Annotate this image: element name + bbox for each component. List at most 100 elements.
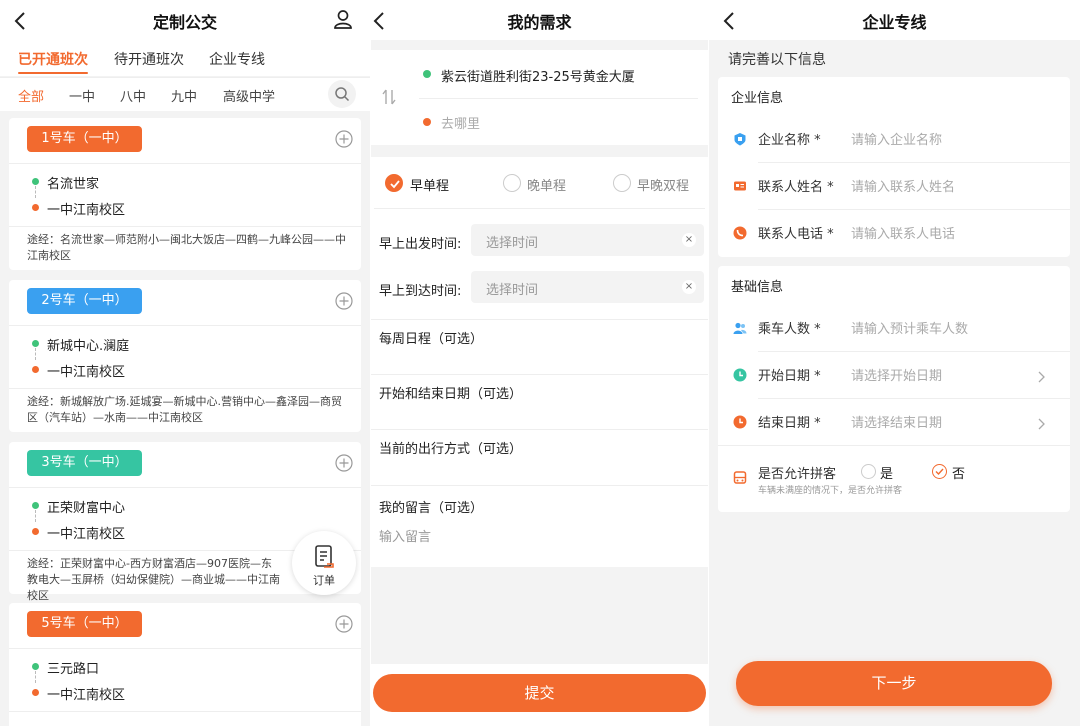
contact-phone-field[interactable]: 联系人电话 * 请输入联系人电话 [718, 209, 1070, 256]
order-list-icon [315, 545, 334, 568]
demand-form: 早单程 晚单程 早晚双程 早上出发时间: 选择时间 × 早上到达时间: 选择时间… [371, 157, 708, 567]
nav-bar: 企业专线 [709, 0, 1080, 40]
destination-dot [423, 118, 431, 126]
trip-morning-oneway-label[interactable]: 早单程 [410, 175, 449, 194]
carpool-field: 是否允许拼客 是 否 车辆未满座的情况下，是否允许拼客 [718, 448, 1070, 508]
tab-pending[interactable]: 待开通班次 [114, 49, 184, 69]
chevron-right-icon [1038, 368, 1045, 387]
order-label: 订单 [313, 574, 335, 587]
page-title: 企业专线 [862, 13, 927, 32]
add-circle-icon[interactable] [335, 292, 353, 310]
add-circle-icon[interactable] [335, 615, 353, 633]
end-dot [32, 689, 39, 696]
company-name-field[interactable]: 企业名称 * 请输入企业名称 [718, 115, 1070, 162]
trip-roundtrip-label[interactable]: 早晚双程 [637, 175, 689, 194]
route-via: 途经：名流世家—师范附小—闽北大饭店—四鹤—九峰公园——中江南校区 [27, 233, 346, 262]
section-title: 基础信息 [731, 280, 784, 295]
end-stop: 一中江南校区 [47, 527, 126, 542]
start-date-field[interactable]: 开始日期 * 请选择开始日期 [718, 351, 1070, 398]
origin-dot [423, 70, 431, 78]
section-title: 企业信息 [731, 91, 784, 106]
tab-bar: 已开通班次 待开通班次 企业专线 [0, 40, 370, 76]
add-circle-icon[interactable] [335, 454, 353, 472]
destination-input[interactable]: 去哪里 [441, 113, 480, 132]
bus-card[interactable]: 2号车（一中） 新城中心.澜庭 一中江南校区 途经：新城解放广场.延城宴—新城中… [9, 280, 361, 432]
arrive-time-field[interactable]: 选择时间 × [471, 271, 704, 303]
phone-icon [733, 225, 747, 240]
clock-end-icon [733, 414, 747, 429]
bus-card[interactable]: 5号车（一中） 三元路口 一中江南校区 [9, 603, 361, 726]
start-dot [32, 340, 39, 347]
nav-bar: 我的需求 [371, 0, 708, 40]
end-dot [32, 366, 39, 373]
my-demand-screen: 我的需求 紫云街道胜利街23-25号黄金大厦 去哪里 早单程 晚单程 早晚双程 … [371, 0, 708, 726]
carpool-no-label[interactable]: 否 [952, 463, 965, 482]
carpool-yes-label[interactable]: 是 [880, 463, 893, 482]
end-stop: 一中江南校区 [47, 203, 126, 218]
user-icon[interactable] [333, 9, 353, 33]
carpool-no-radio[interactable] [932, 464, 947, 479]
check-icon [935, 468, 944, 476]
start-stop: 三元路口 [47, 662, 100, 677]
end-dot [32, 204, 39, 211]
date-range-row[interactable]: 开始和结束日期（可选） [379, 383, 708, 402]
tab-opened[interactable]: 已开通班次 [18, 49, 88, 69]
carpool-yes-radio[interactable] [861, 464, 876, 479]
end-stop: 一中江南校区 [47, 365, 126, 380]
order-button[interactable]: 订单 [292, 531, 356, 595]
clear-icon[interactable]: × [682, 233, 696, 247]
add-circle-icon[interactable] [335, 130, 353, 148]
building-icon [733, 131, 747, 146]
message-input[interactable]: 输入留言 [379, 526, 431, 545]
bus-number-tag: 1号车（一中） [27, 126, 142, 152]
filter-all[interactable]: 全部 [18, 86, 44, 105]
end-dot [32, 528, 39, 535]
form-hint: 请完善以下信息 [728, 52, 826, 68]
search-icon [335, 87, 350, 102]
check-icon [390, 180, 400, 189]
weekly-schedule-row[interactable]: 每周日程（可选） [379, 328, 708, 347]
origin-address[interactable]: 紫云街道胜利街23-25号黄金大厦 [441, 66, 635, 85]
radio-evening-oneway[interactable] [503, 174, 521, 192]
chevron-right-icon [1038, 415, 1045, 434]
bus-list-screen: 定制公交 已开通班次 待开通班次 企业专线 全部 一中 八中 九中 高级中学 1… [0, 0, 370, 726]
bus-number-tag: 2号车（一中） [27, 288, 142, 314]
filter-jiuzhong[interactable]: 九中 [171, 86, 197, 105]
school-filter-bar: 全部 一中 八中 九中 高级中学 [0, 77, 370, 111]
arrive-time-label: 早上到达时间: [379, 284, 462, 299]
swap-icon[interactable] [381, 88, 397, 110]
radio-roundtrip[interactable] [613, 174, 631, 192]
contact-card-icon [733, 178, 747, 192]
contact-name-field[interactable]: 联系人姓名 * 请输入联系人姓名 [718, 162, 1070, 209]
clear-icon[interactable]: × [682, 280, 696, 294]
end-date-field[interactable]: 结束日期 * 请选择结束日期 [718, 398, 1070, 445]
depart-time-label: 早上出发时间: [379, 237, 462, 252]
bus-card[interactable]: 1号车（一中） 名流世家 一中江南校区 途经：名流世家—师范附小—闽北大饭店—四… [9, 118, 361, 270]
tab-enterprise[interactable]: 企业专线 [209, 49, 265, 69]
start-dot [32, 663, 39, 670]
filter-yizhong[interactable]: 一中 [69, 86, 95, 105]
trip-type-group: 早单程 晚单程 早晚双程 [374, 169, 705, 209]
start-dot [32, 178, 39, 185]
carpool-note: 车辆未满座的情况下，是否允许拼客 [758, 486, 903, 496]
address-card: 紫云街道胜利街23-25号黄金大厦 去哪里 [371, 50, 708, 145]
route-via: 途经：新城解放广场.延城宴—新城中心.营销中心—鑫泽园—商贸区（汽车站）—水南—… [27, 395, 342, 424]
submit-button[interactable]: 提交 [373, 674, 706, 712]
search-button[interactable] [328, 80, 356, 108]
start-dot [32, 502, 39, 509]
passenger-count-field[interactable]: 乘车人数 * 请输入预计乘车人数 [718, 304, 1070, 351]
current-mode-row[interactable]: 当前的出行方式（可选） [379, 438, 708, 457]
people-icon [733, 320, 747, 334]
filter-gaoji[interactable]: 高级中学 [223, 86, 275, 105]
radio-morning-oneway[interactable] [385, 174, 403, 192]
start-stop: 名流世家 [47, 177, 100, 192]
trip-evening-oneway-label[interactable]: 晚单程 [527, 175, 566, 194]
route-via: 途经：正荣财富中心-西方财富酒店—907医院—东教电大—玉屏桥（妇幼保健院）—商… [27, 557, 280, 602]
bus-number-tag: 3号车（一中） [27, 450, 142, 476]
depart-time-field[interactable]: 选择时间 × [471, 224, 704, 256]
next-step-button[interactable]: 下一步 [736, 661, 1052, 706]
page-title: 定制公交 [152, 13, 217, 32]
filter-bazhong[interactable]: 八中 [120, 86, 146, 105]
nav-bar: 定制公交 [0, 0, 370, 40]
bus-number-tag: 5号车（一中） [27, 611, 142, 637]
